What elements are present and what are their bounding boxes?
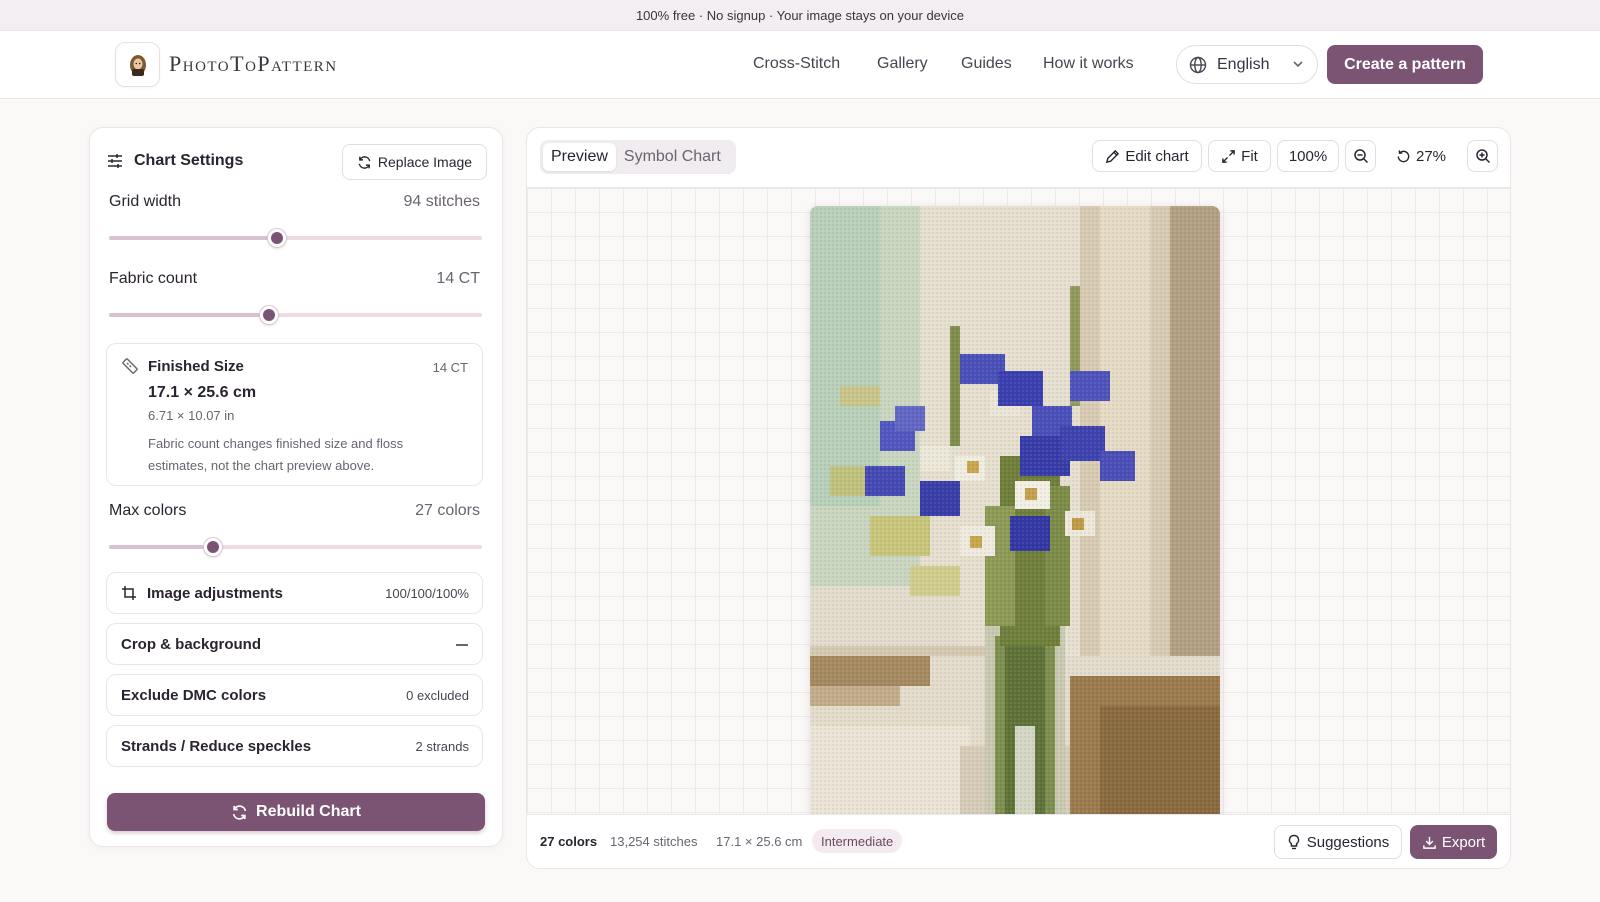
image-adjustments-row[interactable]: Image adjustments 100/100/100% (106, 572, 483, 614)
strands-label: Strands / Reduce speckles (121, 738, 312, 755)
zoom-level-label: 27% (1416, 147, 1447, 165)
crop-icon (122, 586, 136, 600)
zoom-out-button[interactable] (1345, 140, 1376, 172)
status-stitches: 13,254 stitches (610, 834, 698, 849)
panel-header: Chart Settings (106, 152, 243, 170)
nav-link-cross-stitch[interactable]: Cross-Stitch (753, 55, 840, 73)
refresh-icon (232, 804, 247, 820)
download-icon (1422, 836, 1436, 849)
rebuild-chart-button[interactable]: Rebuild Chart (107, 793, 485, 831)
language-select[interactable]: English (1176, 45, 1318, 84)
tab-preview[interactable]: Preview (543, 143, 616, 171)
export-button[interactable]: Export (1410, 825, 1497, 859)
crop-background-row[interactable]: Crop & background (106, 623, 483, 665)
fit-button[interactable]: Fit (1208, 140, 1271, 172)
edit-chart-button[interactable]: Edit chart (1092, 140, 1202, 172)
rebuild-chart-label: Rebuild Chart (256, 803, 361, 820)
nav-link-guides[interactable]: Guides (961, 55, 1012, 73)
slider-fill (109, 545, 214, 549)
reset-zoom-icon (1397, 149, 1410, 162)
ruler-icon (122, 358, 138, 374)
max-colors-label: Max colors (109, 502, 187, 519)
max-colors-value: 27 colors (415, 502, 480, 519)
slider-fill (109, 236, 277, 240)
difficulty-badge: Intermediate (812, 829, 903, 853)
refresh-icon (358, 155, 371, 169)
tab-symbol-chart[interactable]: Symbol Chart (616, 143, 729, 171)
slider-thumb[interactable] (267, 229, 286, 247)
panel-title: Chart Settings (134, 152, 244, 169)
replace-image-label: Replace Image (377, 154, 473, 170)
brand-name[interactable]: PhotoToPattern (169, 51, 338, 77)
image-adjustments-label: Image adjustments (147, 585, 283, 602)
flower-pattern-artwork (810, 206, 1220, 815)
finished-size-cm: 17.1 × 25.6 cm (148, 384, 257, 401)
status-size: 17.1 × 25.6 cm (716, 834, 803, 849)
finished-size-card: Finished Size 14 CT 17.1 × 25.6 cm 6.71 … (106, 343, 483, 486)
fabric-count-slider[interactable] (109, 306, 482, 324)
grid-width-value: 94 stitches (403, 193, 480, 210)
language-label: English (1217, 55, 1270, 73)
strands-row[interactable]: Strands / Reduce speckles 2 strands (106, 725, 483, 767)
chart-canvas[interactable] (527, 187, 1510, 815)
chevron-down-icon (1293, 61, 1303, 68)
grid-width-slider[interactable] (109, 229, 482, 247)
zoom-100-button[interactable]: 100% (1277, 140, 1339, 172)
sliders-icon (108, 154, 122, 168)
exclude-dmc-label: Exclude DMC colors (121, 687, 267, 704)
pencil-icon (1106, 149, 1120, 163)
globe-icon (1189, 56, 1207, 73)
nav-link-how-it-works[interactable]: How it works (1043, 55, 1134, 73)
exclude-dmc-row[interactable]: Exclude DMC colors 0 excluded (106, 674, 483, 716)
logo-icon (129, 54, 146, 76)
announcement-text: 100% free · No signup · Your image stays… (635, 7, 965, 23)
zoom-in-button[interactable] (1467, 140, 1498, 172)
edit-chart-label: Edit chart (1125, 147, 1189, 165)
nav-link-gallery[interactable]: Gallery (877, 55, 928, 73)
collapse-icon (456, 644, 468, 646)
lightbulb-icon (1288, 834, 1299, 850)
fabric-count-label: Fabric count (109, 270, 198, 287)
suggestions-button[interactable]: Suggestions (1274, 825, 1402, 859)
announcement-bar: 100% free · No signup · Your image stays… (0, 0, 1600, 31)
finished-size-inches: 6.71 × 10.07 in (148, 408, 235, 423)
top-nav: PhotoToPattern Cross-Stitch Gallery Guid… (0, 31, 1600, 99)
status-bar: 27 colors 13,254 stitches 17.1 × 25.6 cm… (527, 814, 1510, 868)
image-adjustments-value: 100/100/100% (385, 586, 469, 601)
max-colors-slider[interactable] (109, 538, 482, 556)
replace-image-button[interactable]: Replace Image (342, 144, 487, 180)
slider-thumb[interactable] (204, 538, 223, 556)
suggestions-label: Suggestions (1306, 833, 1390, 851)
export-label: Export (1441, 833, 1486, 851)
zoom-out-icon (1353, 149, 1368, 164)
finished-size-ct: 14 CT (432, 360, 468, 375)
fit-label: Fit (1241, 147, 1258, 165)
crop-background-label: Crop & background (121, 636, 262, 653)
finished-size-note: Fabric count changes finished size and f… (148, 436, 404, 473)
expand-icon (1222, 149, 1235, 163)
chart-settings-panel: Chart Settings Replace Image Grid width … (89, 127, 503, 847)
exclude-dmc-value: 0 excluded (406, 688, 469, 703)
preview-panel: Preview Symbol Chart Edit chart Fit 100%… (526, 127, 1511, 869)
pattern-preview-image[interactable] (810, 206, 1220, 815)
fabric-count-value: 14 CT (436, 270, 480, 287)
slider-fill (109, 313, 270, 317)
view-tabs: Preview Symbol Chart (540, 140, 736, 174)
zoom-level-indicator[interactable]: 27% (1396, 140, 1446, 172)
grid-width-label: Grid width (109, 193, 182, 210)
logo[interactable] (115, 42, 160, 87)
status-colors: 27 colors (540, 834, 598, 849)
finished-size-title: Finished Size (148, 358, 244, 375)
zoom-in-icon (1475, 149, 1490, 164)
create-pattern-button[interactable]: Create a pattern (1327, 45, 1483, 84)
slider-thumb[interactable] (260, 306, 279, 324)
strands-value: 2 strands (415, 739, 469, 754)
